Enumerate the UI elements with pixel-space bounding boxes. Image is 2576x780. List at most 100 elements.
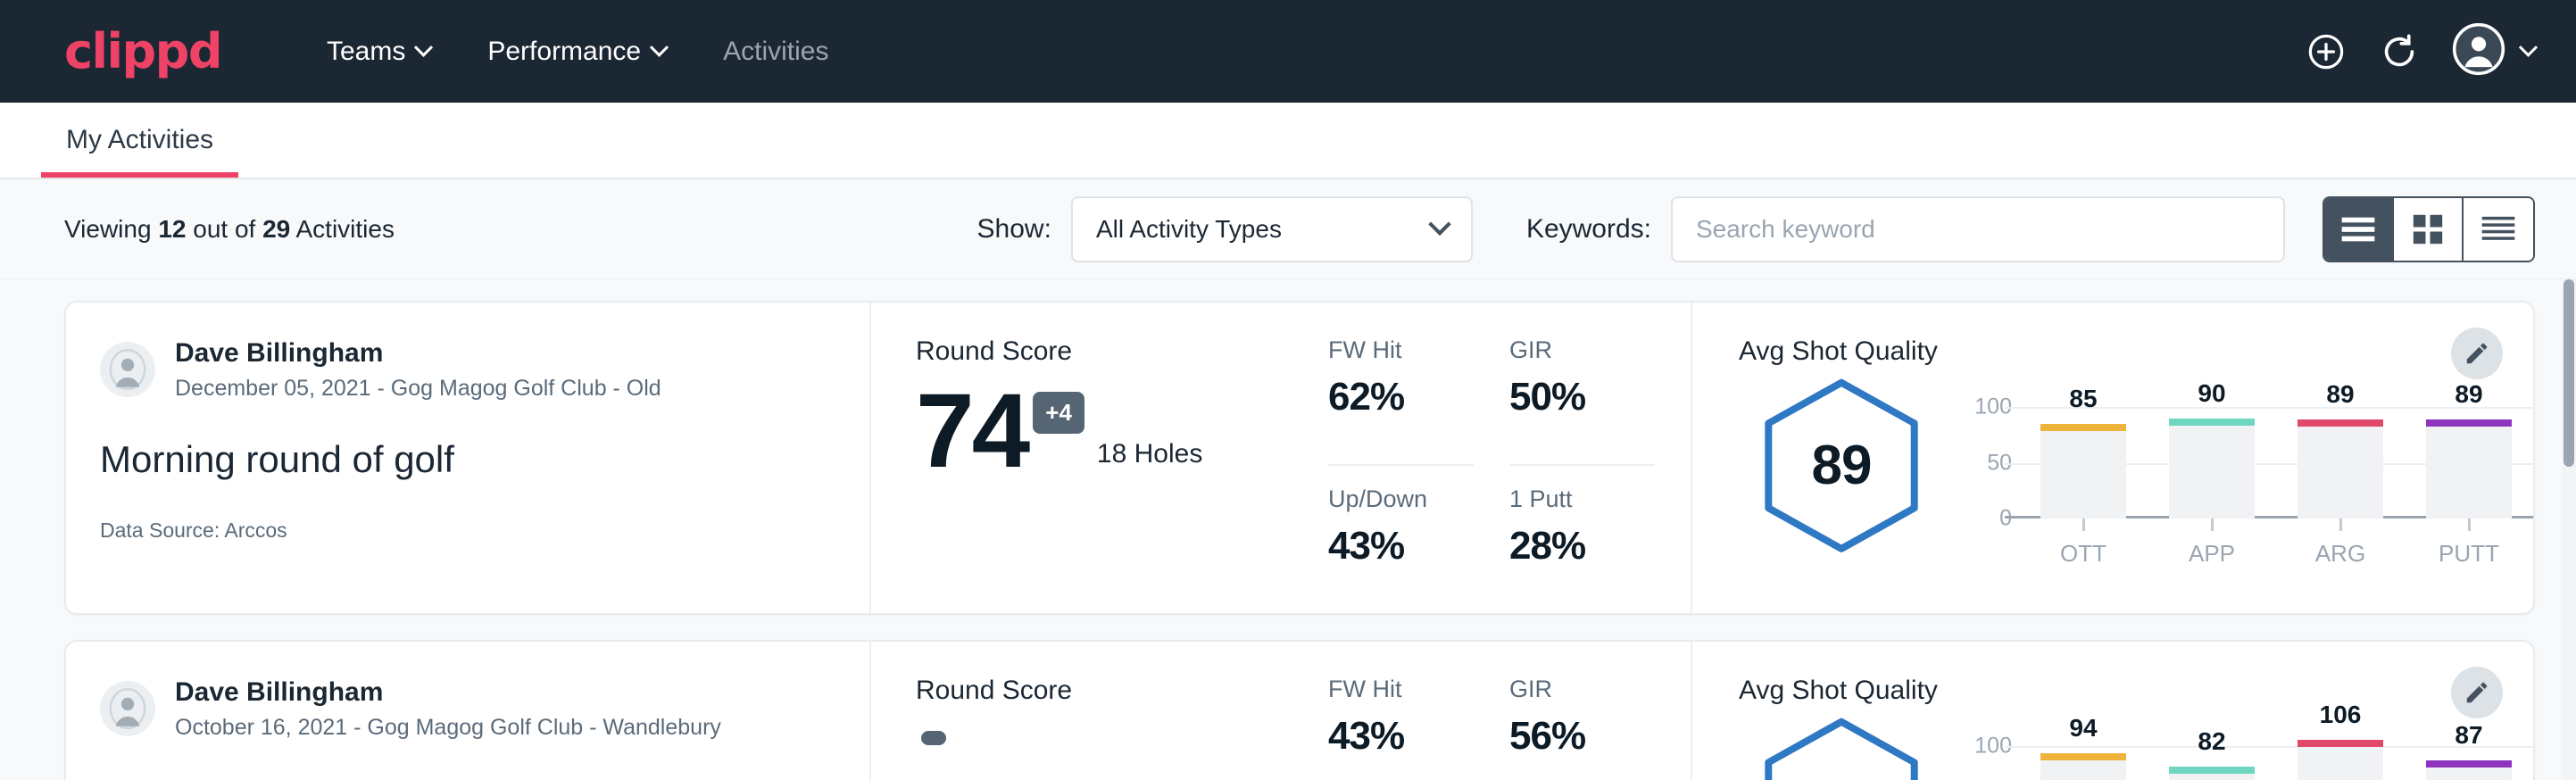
bar-cap (2298, 419, 2383, 427)
round-score-label: Round Score (916, 336, 1316, 367)
avatar (100, 342, 155, 397)
score-differential-badge: +4 (1033, 392, 1084, 434)
stat-label: FW Hit (1328, 676, 1474, 703)
account-avatar-icon (2452, 22, 2505, 80)
bar-arg: 89 (2298, 419, 2383, 519)
bar-column: 106 (2276, 724, 2405, 780)
viewing-suffix: Activities (290, 215, 395, 243)
activity-list[interactable]: Dave Billingham December 05, 2021 - Gog … (0, 279, 2576, 780)
search-placeholder: Search keyword (1696, 215, 1875, 244)
round-stats-grid: FW Hit 43% GIR 56% Up/Down 1 Putt (1316, 642, 1691, 780)
bar-value-label: 89 (2326, 380, 2354, 409)
bar-value-label: 106 (2320, 701, 2362, 729)
nav-item-teams[interactable]: Teams (298, 28, 459, 76)
search-input[interactable]: Search keyword (1671, 196, 2285, 262)
bar-cap (2040, 424, 2126, 431)
avg-shot-quality-block: Avg Shot Quality 89 100 50 (1691, 303, 2533, 613)
view-mode-compact-button[interactable] (2464, 198, 2533, 261)
x-tick-mark (2082, 519, 2085, 531)
bar-arg: 106 (2298, 740, 2383, 780)
activity-type-value: All Activity Types (1096, 215, 1282, 244)
round-score-row: 74 +4 18 Holes (916, 386, 1316, 477)
bar-column: 87 (2405, 724, 2533, 780)
chart-plot-area: 94 82 106 87 (2019, 724, 2533, 780)
shot-quality-gauge (1739, 709, 1944, 780)
stat-label: GIR (1509, 676, 1655, 703)
chart-bars: 85 90 89 89 (2019, 385, 2533, 519)
chevron-down-icon (2519, 38, 2538, 57)
activity-summary: Dave Billingham December 05, 2021 - Gog … (66, 303, 869, 613)
activity-title: Morning round of golf (100, 438, 832, 481)
account-menu[interactable] (2452, 22, 2535, 80)
bar-ott: 94 (2040, 753, 2126, 780)
avatar (100, 681, 155, 736)
viewing-middle: out of (186, 215, 262, 243)
tab-my-activities[interactable]: My Activities (41, 103, 238, 178)
chart-plot-area: 85 90 89 89 (2019, 385, 2533, 519)
chevron-down-icon (650, 38, 669, 57)
nav-item-performance[interactable]: Performance (459, 28, 694, 76)
shot-quality-value: 89 (1757, 378, 1926, 552)
view-mode-list-button[interactable] (2324, 198, 2394, 261)
edit-activity-button[interactable] (2451, 667, 2503, 718)
chart-bars: 94 82 106 87 (2019, 724, 2533, 780)
viewing-prefix: Viewing (64, 215, 158, 243)
edit-activity-button[interactable] (2451, 328, 2503, 379)
bar-column: 94 (2019, 724, 2148, 780)
activity-author: Dave Billingham October 16, 2021 - Gog M… (100, 676, 832, 742)
activity-summary: Dave Billingham October 16, 2021 - Gog M… (66, 642, 869, 780)
primary-nav: Teams Performance Activities (298, 28, 857, 76)
bar-value-label: 87 (2455, 721, 2482, 750)
nav-item-activities[interactable]: Activities (694, 28, 857, 76)
view-mode-grid-button[interactable] (2394, 198, 2464, 261)
bar-ott: 85 (2040, 424, 2126, 519)
round-score-value: 74 (916, 386, 1027, 477)
chart-y-axis: 100 50 0 (1964, 385, 2019, 519)
avg-shot-quality-body: 100 50 0 94 82 106 87 (1739, 709, 2533, 780)
bar-cap (2298, 740, 2383, 747)
stat-value: 56% (1509, 714, 1655, 759)
stat-label: 1 Putt (1509, 485, 1655, 513)
bar-cap (2169, 419, 2255, 426)
bar-app: 90 (2169, 419, 2255, 519)
bar-putt: 87 (2426, 760, 2512, 780)
app-logo[interactable]: clippd (64, 28, 221, 76)
bar-column: 90 (2148, 385, 2276, 519)
viewing-summary: Viewing 12 out of 29 Activities (64, 215, 395, 244)
stat-value: 43% (1328, 524, 1474, 568)
bar-cap (2040, 753, 2126, 760)
avg-shot-quality-body: 89 100 50 0 (1739, 370, 2533, 568)
viewing-count: 12 (158, 215, 186, 243)
plus-circle-icon[interactable] (2306, 31, 2347, 72)
stat-label: FW Hit (1328, 336, 1474, 364)
bar-cap (2169, 767, 2255, 774)
refresh-icon[interactable] (2379, 31, 2420, 72)
bar-value-label: 94 (2069, 714, 2097, 743)
scrollbar-thumb[interactable] (2564, 279, 2574, 467)
vertical-scrollbar[interactable] (2562, 279, 2576, 780)
x-tick-mark (2211, 519, 2214, 531)
activity-author: Dave Billingham December 05, 2021 - Gog … (100, 336, 832, 402)
shot-quality-value (1757, 717, 1926, 780)
show-label: Show: (977, 214, 1051, 245)
activity-type-select[interactable]: All Activity Types (1071, 196, 1473, 262)
person-avatar-icon (107, 688, 148, 729)
chevron-down-icon (1428, 212, 1450, 235)
x-tick-label: APP (2189, 540, 2235, 568)
avg-shot-quality-block: Avg Shot Quality 100 50 (1691, 642, 2533, 780)
x-tick-label: PUTT (2439, 540, 2499, 568)
shot-quality-bar-chart: 100 50 0 94 82 106 87 (1944, 709, 2533, 780)
activity-card[interactable]: Dave Billingham October 16, 2021 - Gog M… (64, 640, 2535, 780)
bar-value-label: 89 (2455, 380, 2482, 409)
grid-view-icon (2412, 213, 2444, 245)
viewing-total: 29 (262, 215, 290, 243)
y-tick: 0 (1999, 506, 2012, 532)
holes-label: 18 Holes (1097, 439, 1202, 477)
nav-item-label: Performance (487, 37, 641, 67)
chevron-down-icon (414, 38, 433, 57)
stat-gir: GIR 56% (1509, 676, 1655, 780)
edit-icon (2464, 340, 2490, 367)
compact-view-icon (2480, 214, 2516, 245)
activity-card[interactable]: Dave Billingham December 05, 2021 - Gog … (64, 301, 2535, 615)
score-differential-badge (921, 731, 946, 745)
